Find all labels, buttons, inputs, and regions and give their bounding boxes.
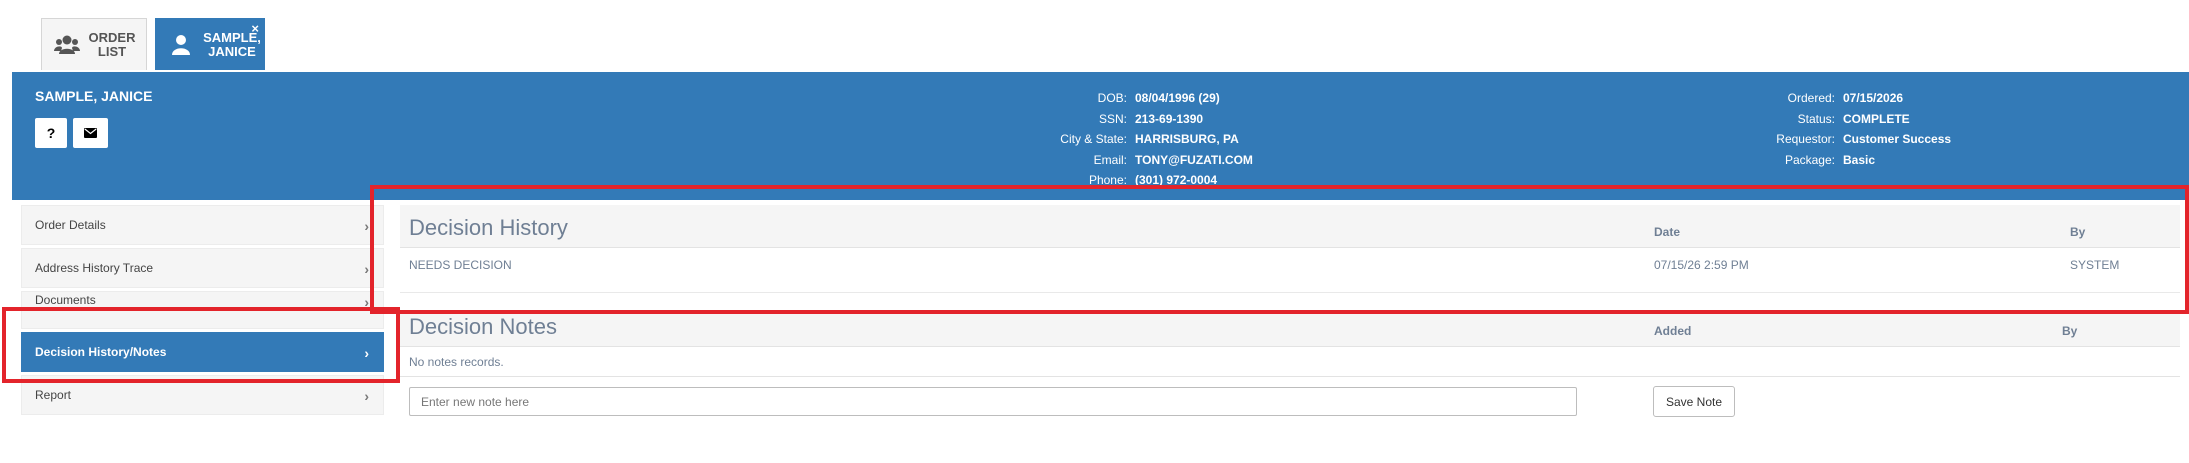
info-status: Status: COMPLETE bbox=[1797, 111, 1910, 126]
chevron-right-icon: › bbox=[364, 345, 369, 361]
empty-message: No notes records. bbox=[409, 355, 504, 369]
patient-name: SAMPLE, JANICE bbox=[35, 88, 153, 104]
by-cell: SYSTEM bbox=[2070, 258, 2120, 272]
decision-history-title: Decision History bbox=[409, 215, 568, 240]
tab-patient[interactable]: SAMPLE, JANICE × bbox=[155, 18, 265, 70]
chevron-right-icon: › bbox=[364, 294, 369, 310]
sidebar-item-report[interactable]: Report › bbox=[21, 375, 384, 415]
sidebar-item-address-history[interactable]: Address History Trace › bbox=[21, 248, 384, 288]
info-package: Package: Basic bbox=[1784, 152, 1876, 167]
tab-order-list-label: ORDER LIST bbox=[88, 29, 136, 59]
help-button[interactable]: ? bbox=[35, 118, 67, 148]
order-info: Ordered: 07/15/2026 Status: COMPLETE Req… bbox=[1712, 88, 1951, 170]
col-date: Date bbox=[1654, 225, 1681, 239]
sidebar-item-decision-history[interactable]: Decision History/Notes › bbox=[21, 332, 384, 372]
envelope-icon bbox=[84, 128, 97, 138]
patient-header: SAMPLE, JANICE ? DOB: 08/04/1996 (29) SS… bbox=[12, 72, 2189, 200]
chevron-right-icon: › bbox=[364, 218, 369, 234]
table-row: NEEDS DECISION 07/15/26 2:59 PM SYSTEM bbox=[400, 248, 2180, 293]
date-cell: 07/15/26 2:59 PM bbox=[1654, 258, 1749, 272]
user-icon bbox=[168, 32, 194, 58]
patient-info: DOB: 08/04/1996 (29) SSN: 213-69-1390 Ci… bbox=[912, 88, 1253, 191]
info-ssn: SSN: 213-69-1390 bbox=[1098, 111, 1204, 126]
chevron-right-icon: › bbox=[364, 388, 369, 404]
save-note-button[interactable]: Save Note bbox=[1653, 386, 1735, 417]
info-ordered: Ordered: 07/15/2026 bbox=[1787, 91, 1904, 105]
info-phone: Phone: (301) 972-0004 bbox=[1088, 173, 1218, 187]
email-button[interactable] bbox=[73, 118, 108, 148]
decision-notes-title: Decision Notes bbox=[409, 314, 557, 339]
note-input[interactable] bbox=[409, 387, 1577, 416]
tab-order-list[interactable]: ORDER LIST bbox=[41, 18, 147, 70]
info-dob: DOB: 08/04/1996 (29) bbox=[1097, 91, 1220, 105]
chevron-right-icon: › bbox=[364, 261, 369, 277]
sidebar-item-documents[interactable]: Documents › bbox=[21, 291, 384, 329]
info-email: Email: TONY@FUZATI.COM bbox=[1093, 152, 1253, 167]
sidebar-item-order-details[interactable]: Order Details › bbox=[21, 205, 384, 245]
notes-empty-row: No notes records. bbox=[400, 347, 2180, 377]
decision-notes-header: Decision Notes Added By bbox=[400, 312, 2180, 347]
col-added: Added bbox=[1654, 324, 1692, 338]
info-requestor: Requestor: Customer Success bbox=[1776, 132, 1952, 146]
info-city-state: City & State: HARRISBURG, PA bbox=[1060, 132, 1239, 146]
decision-history-header: Decision History Date By bbox=[400, 205, 2180, 248]
col-by: By bbox=[2070, 225, 2086, 239]
sidebar-nav: Order Details › Address History Trace › … bbox=[21, 205, 384, 418]
col-by: By bbox=[2062, 324, 2078, 338]
close-icon[interactable]: × bbox=[251, 21, 259, 36]
decision-cell: NEEDS DECISION bbox=[409, 258, 512, 272]
users-icon bbox=[54, 32, 80, 58]
